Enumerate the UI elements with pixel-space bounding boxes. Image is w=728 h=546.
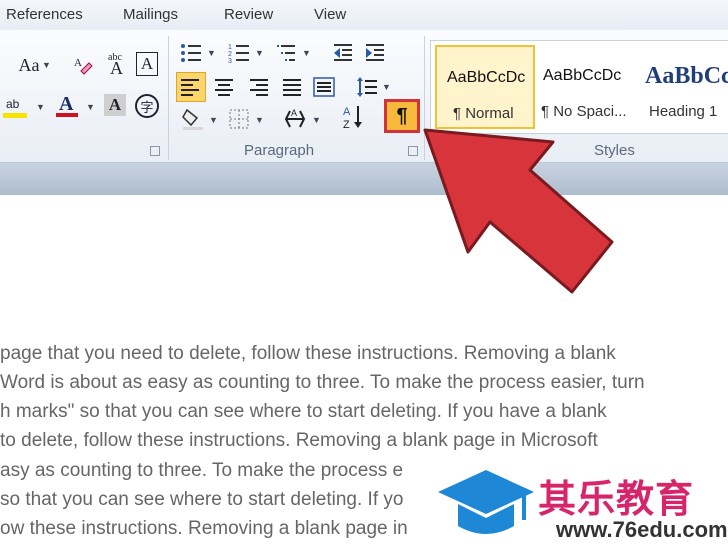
watermark-title: 其乐教育 bbox=[538, 479, 695, 521]
graduation-cap-icon bbox=[438, 470, 534, 534]
watermark-logo: 其乐教育 www.76edu.com bbox=[432, 462, 728, 546]
watermark-url: www.76edu.com bbox=[556, 517, 728, 542]
